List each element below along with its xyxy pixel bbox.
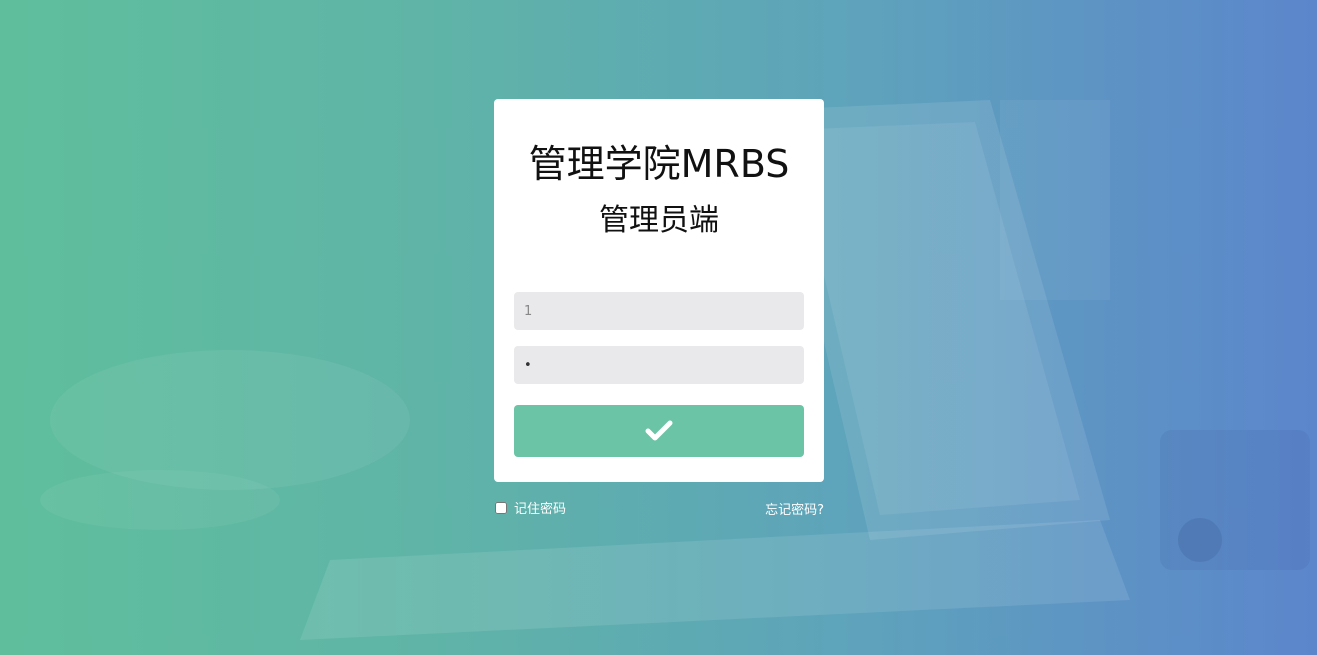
remember-label: 记住密码 [514, 502, 567, 517]
login-card: 管理学院MRBS 管理员端 [494, 99, 824, 482]
check-icon [645, 420, 673, 441]
username-input[interactable] [514, 292, 804, 330]
remember-password[interactable]: 记住密码 [494, 498, 566, 517]
app-title: 管理学院MRBS [528, 142, 790, 186]
forgot-password-link[interactable]: 忘记密码? [765, 499, 824, 518]
login-options: 记住密码 忘记密码? [494, 498, 824, 518]
app-subtitle: 管理员端 [599, 203, 719, 238]
remember-checkbox[interactable] [495, 501, 507, 514]
password-input[interactable] [514, 346, 804, 384]
login-submit-button[interactable] [514, 405, 804, 457]
